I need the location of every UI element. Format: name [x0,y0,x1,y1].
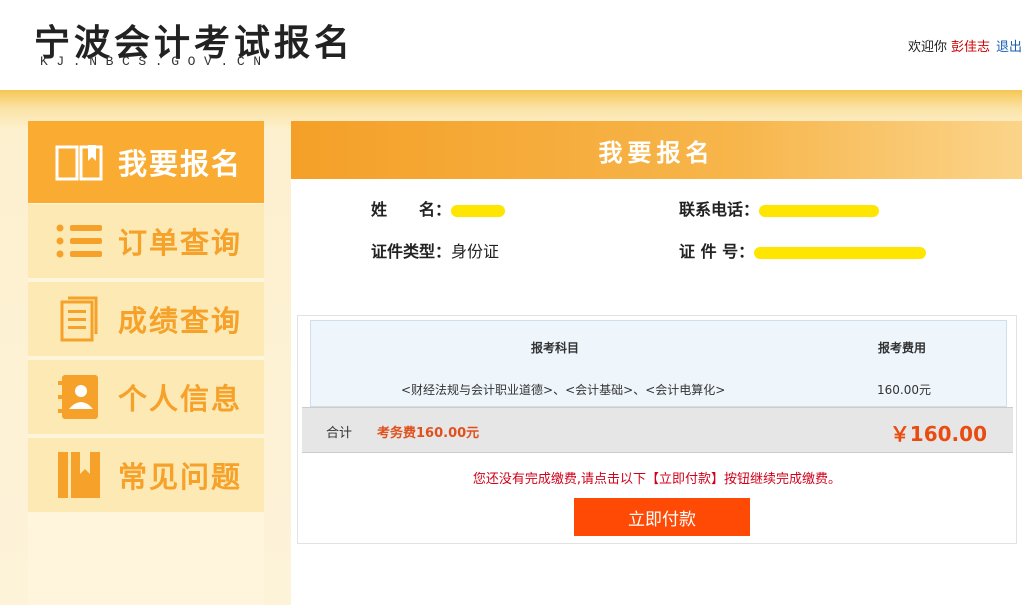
sidebar-item-orders[interactable]: 订单查询 [28,204,264,278]
sidebar-item-label: 个人信息 [118,382,243,416]
pay-now-button[interactable]: 立即付款 [574,498,750,536]
sidebar-item-profile[interactable]: 个人信息 [28,360,264,434]
total-amount: ￥160.00 [889,422,987,446]
phone-value-redacted [759,204,880,217]
order-summary: 报考科目 报考费用 <财经法规与会计职业道德>、<会计基础>、<会计电算化> 1… [297,315,1017,544]
name-value-redacted [451,204,506,217]
user-area: 欢迎你 彭佳志 退出 [908,36,1022,55]
id-number-label: 证 件 号： [679,242,755,261]
id-type-label: 证件类型： [371,242,452,261]
sidebar-item-label: 我要报名 [118,147,243,181]
info-phone: 联系电话： [679,196,880,220]
exam-fee-text: 考务费160.00元 [377,426,480,441]
total-label: 合计 [326,426,353,441]
total-bar: 合计 考务费160.00元 ￥160.00 [302,407,1013,453]
sidebar-item-label: 常见问题 [118,460,243,494]
logout-link[interactable]: 退出 [996,40,1022,55]
sidebar-item-scores[interactable]: 成绩查询 [28,282,264,356]
book-icon [54,137,104,187]
welcome-text: 欢迎你 [907,40,947,55]
table-cell-subjects: <财经法规与会计职业道德>、<会计基础>、<会计电算化> [401,383,726,397]
payment-notice: 您还没有完成缴费,请点击以下【立即付款】按钮继续完成缴费。 [472,472,842,487]
info-id-number: 证 件 号： [679,238,927,262]
contact-book-icon [54,372,104,422]
info-id-type: 证件类型：身份证 [371,238,499,262]
document-icon [54,294,104,344]
id-type-value: 身份证 [451,242,500,261]
sidebar-item-faq[interactable]: 常见问题 [28,438,264,512]
name-label: 姓 名： [371,200,452,219]
site-header: 宁波会计考试报名 KJ.NBCS.GOV.CN 欢迎你 彭佳志 退出 [0,0,1022,90]
sidebar: 我要报名 订单查询 成绩查询 个人信息 常见问题 [28,121,264,605]
main-panel-header: 我要报名 [291,121,1022,179]
page-title: 我要报名 [598,138,715,167]
sidebar-item-label: 订单查询 [118,226,243,260]
id-number-value-redacted [754,246,927,259]
bookmark-icon [54,450,104,500]
user-name[interactable]: 彭佳志 [951,40,990,55]
info-name: 姓 名： [371,196,506,220]
table-header-subjects: 报考科目 [531,341,580,355]
site-logo-subtitle: KJ.NBCS.GOV.CN [40,54,270,69]
subjects-table: 报考科目 报考费用 <财经法规与会计职业道德>、<会计基础>、<会计电算化> 1… [310,320,1007,407]
phone-label: 联系电话： [679,200,760,219]
table-header-fee: 报考费用 [878,341,927,355]
list-icon [54,216,104,266]
sidebar-item-register[interactable]: 我要报名 [28,121,264,203]
table-cell-fee: 160.00元 [877,383,931,397]
sidebar-item-label: 成绩查询 [118,304,243,338]
